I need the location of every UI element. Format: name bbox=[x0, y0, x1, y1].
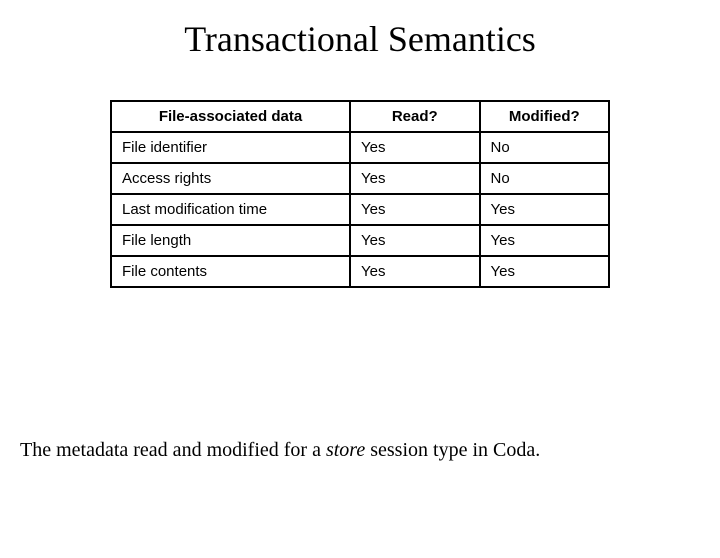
cell-read: Yes bbox=[350, 256, 479, 287]
semantics-table: File-associated data Read? Modified? Fil… bbox=[110, 100, 610, 288]
slide: Transactional Semantics File-associated … bbox=[0, 18, 720, 558]
table-container: File-associated data Read? Modified? Fil… bbox=[110, 100, 610, 288]
cell-modified: No bbox=[480, 132, 610, 163]
caption-post: session type in Coda. bbox=[365, 439, 540, 461]
table-header-row: File-associated data Read? Modified? bbox=[111, 101, 609, 132]
cell-modified: Yes bbox=[480, 256, 610, 287]
caption: The metadata read and modified for a sto… bbox=[20, 439, 540, 462]
caption-pre: The metadata read and modified for a bbox=[20, 439, 326, 461]
cell-read: Yes bbox=[350, 132, 479, 163]
caption-em: store bbox=[326, 439, 365, 461]
cell-read: Yes bbox=[350, 225, 479, 256]
table-row: File length Yes Yes bbox=[111, 225, 609, 256]
col-header-data: File-associated data bbox=[111, 101, 350, 132]
col-header-modified: Modified? bbox=[480, 101, 610, 132]
cell-modified: No bbox=[480, 163, 610, 194]
cell-data: Last modification time bbox=[111, 194, 350, 225]
table-row: File contents Yes Yes bbox=[111, 256, 609, 287]
cell-data: File identifier bbox=[111, 132, 350, 163]
table-row: File identifier Yes No bbox=[111, 132, 609, 163]
cell-read: Yes bbox=[350, 163, 479, 194]
cell-data: File contents bbox=[111, 256, 350, 287]
cell-modified: Yes bbox=[480, 225, 610, 256]
cell-modified: Yes bbox=[480, 194, 610, 225]
page-title: Transactional Semantics bbox=[0, 18, 720, 60]
table-row: Last modification time Yes Yes bbox=[111, 194, 609, 225]
table-row: Access rights Yes No bbox=[111, 163, 609, 194]
cell-data: File length bbox=[111, 225, 350, 256]
cell-data: Access rights bbox=[111, 163, 350, 194]
col-header-read: Read? bbox=[350, 101, 479, 132]
cell-read: Yes bbox=[350, 194, 479, 225]
